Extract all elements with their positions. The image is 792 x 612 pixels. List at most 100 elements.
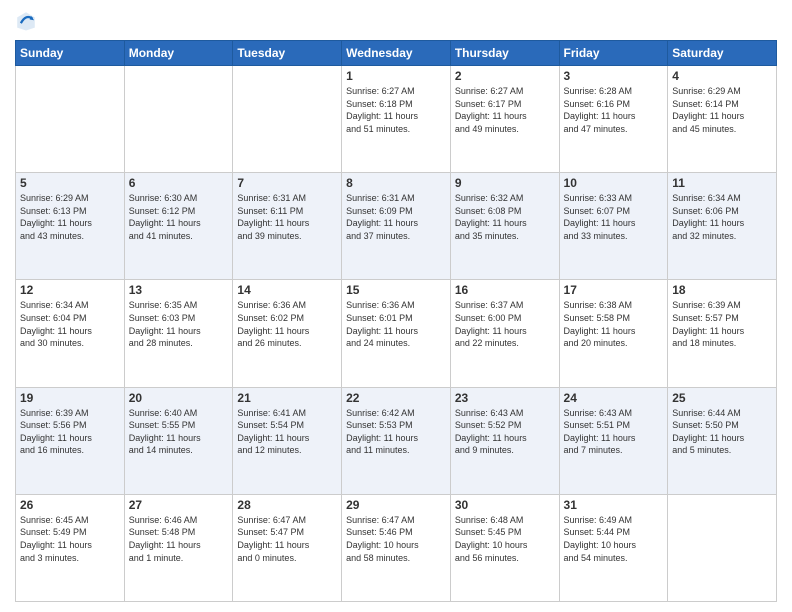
calendar-day-12: 12 Sunrise: 6:34 AM Sunset: 6:04 PM Dayli… (16, 280, 125, 387)
day-info: Sunrise: 6:34 AM Sunset: 6:06 PM Dayligh… (672, 192, 772, 242)
day-number: 10 (564, 176, 664, 190)
calendar-day-3: 3 Sunrise: 6:28 AM Sunset: 6:16 PM Daylig… (559, 66, 668, 173)
calendar-day-31: 31 Sunrise: 6:49 AM Sunset: 5:44 PM Dayli… (559, 494, 668, 601)
weekday-header-row: SundayMondayTuesdayWednesdayThursdayFrid… (16, 41, 777, 66)
day-info: Sunrise: 6:39 AM Sunset: 5:57 PM Dayligh… (672, 299, 772, 349)
day-info: Sunrise: 6:47 AM Sunset: 5:47 PM Dayligh… (237, 514, 337, 564)
day-info: Sunrise: 6:43 AM Sunset: 5:52 PM Dayligh… (455, 407, 555, 457)
day-number: 3 (564, 69, 664, 83)
calendar-empty-cell (233, 66, 342, 173)
day-number: 30 (455, 498, 555, 512)
logo (15, 10, 40, 32)
calendar-week-row: 5 Sunrise: 6:29 AM Sunset: 6:13 PM Daylig… (16, 173, 777, 280)
day-number: 27 (129, 498, 229, 512)
calendar-day-28: 28 Sunrise: 6:47 AM Sunset: 5:47 PM Dayli… (233, 494, 342, 601)
weekday-header-thursday: Thursday (450, 41, 559, 66)
day-info: Sunrise: 6:29 AM Sunset: 6:13 PM Dayligh… (20, 192, 120, 242)
calendar-day-15: 15 Sunrise: 6:36 AM Sunset: 6:01 PM Dayli… (342, 280, 451, 387)
day-info: Sunrise: 6:48 AM Sunset: 5:45 PM Dayligh… (455, 514, 555, 564)
day-number: 26 (20, 498, 120, 512)
calendar-day-7: 7 Sunrise: 6:31 AM Sunset: 6:11 PM Daylig… (233, 173, 342, 280)
day-number: 28 (237, 498, 337, 512)
day-info: Sunrise: 6:42 AM Sunset: 5:53 PM Dayligh… (346, 407, 446, 457)
day-number: 4 (672, 69, 772, 83)
day-info: Sunrise: 6:35 AM Sunset: 6:03 PM Dayligh… (129, 299, 229, 349)
day-number: 7 (237, 176, 337, 190)
day-info: Sunrise: 6:33 AM Sunset: 6:07 PM Dayligh… (564, 192, 664, 242)
calendar-day-10: 10 Sunrise: 6:33 AM Sunset: 6:07 PM Dayli… (559, 173, 668, 280)
calendar-empty-cell (124, 66, 233, 173)
calendar-day-2: 2 Sunrise: 6:27 AM Sunset: 6:17 PM Daylig… (450, 66, 559, 173)
day-number: 20 (129, 391, 229, 405)
day-number: 16 (455, 283, 555, 297)
day-info: Sunrise: 6:49 AM Sunset: 5:44 PM Dayligh… (564, 514, 664, 564)
weekday-header-sunday: Sunday (16, 41, 125, 66)
day-info: Sunrise: 6:41 AM Sunset: 5:54 PM Dayligh… (237, 407, 337, 457)
calendar-day-30: 30 Sunrise: 6:48 AM Sunset: 5:45 PM Dayli… (450, 494, 559, 601)
day-info: Sunrise: 6:39 AM Sunset: 5:56 PM Dayligh… (20, 407, 120, 457)
calendar-day-26: 26 Sunrise: 6:45 AM Sunset: 5:49 PM Dayli… (16, 494, 125, 601)
calendar-empty-cell (16, 66, 125, 173)
day-number: 1 (346, 69, 446, 83)
day-number: 25 (672, 391, 772, 405)
calendar-day-11: 11 Sunrise: 6:34 AM Sunset: 6:06 PM Dayli… (668, 173, 777, 280)
day-info: Sunrise: 6:37 AM Sunset: 6:00 PM Dayligh… (455, 299, 555, 349)
day-info: Sunrise: 6:27 AM Sunset: 6:18 PM Dayligh… (346, 85, 446, 135)
calendar-day-13: 13 Sunrise: 6:35 AM Sunset: 6:03 PM Dayli… (124, 280, 233, 387)
day-number: 8 (346, 176, 446, 190)
calendar-day-25: 25 Sunrise: 6:44 AM Sunset: 5:50 PM Dayli… (668, 387, 777, 494)
day-info: Sunrise: 6:38 AM Sunset: 5:58 PM Dayligh… (564, 299, 664, 349)
day-number: 31 (564, 498, 664, 512)
calendar-day-20: 20Sunrise: 6:40 AM Sunset: 5:55 PM Dayli… (124, 387, 233, 494)
day-info: Sunrise: 6:30 AM Sunset: 6:12 PM Dayligh… (129, 192, 229, 242)
calendar-week-row: 12 Sunrise: 6:34 AM Sunset: 6:04 PM Dayli… (16, 280, 777, 387)
calendar-table: SundayMondayTuesdayWednesdayThursdayFrid… (15, 40, 777, 602)
day-info: Sunrise: 6:44 AM Sunset: 5:50 PM Dayligh… (672, 407, 772, 457)
day-number: 17 (564, 283, 664, 297)
day-number: 6 (129, 176, 229, 190)
header (15, 10, 777, 32)
day-number: 13 (129, 283, 229, 297)
day-number: 19 (20, 391, 120, 405)
calendar-day-27: 27 Sunrise: 6:46 AM Sunset: 5:48 PM Dayli… (124, 494, 233, 601)
day-number: 9 (455, 176, 555, 190)
day-info: Sunrise: 6:46 AM Sunset: 5:48 PM Dayligh… (129, 514, 229, 564)
calendar-day-18: 18 Sunrise: 6:39 AM Sunset: 5:57 PM Dayli… (668, 280, 777, 387)
calendar-day-21: 21 Sunrise: 6:41 AM Sunset: 5:54 PM Dayli… (233, 387, 342, 494)
page: SundayMondayTuesdayWednesdayThursdayFrid… (0, 0, 792, 612)
calendar-day-8: 8Sunrise: 6:31 AM Sunset: 6:09 PM Daylig… (342, 173, 451, 280)
day-number: 29 (346, 498, 446, 512)
weekday-header-tuesday: Tuesday (233, 41, 342, 66)
day-number: 11 (672, 176, 772, 190)
day-info: Sunrise: 6:27 AM Sunset: 6:17 PM Dayligh… (455, 85, 555, 135)
day-number: 21 (237, 391, 337, 405)
calendar-empty-cell (668, 494, 777, 601)
day-number: 24 (564, 391, 664, 405)
day-number: 23 (455, 391, 555, 405)
day-number: 12 (20, 283, 120, 297)
day-number: 18 (672, 283, 772, 297)
calendar-day-29: 29Sunrise: 6:47 AM Sunset: 5:46 PM Dayli… (342, 494, 451, 601)
calendar-day-19: 19 Sunrise: 6:39 AM Sunset: 5:56 PM Dayli… (16, 387, 125, 494)
day-number: 22 (346, 391, 446, 405)
day-info: Sunrise: 6:28 AM Sunset: 6:16 PM Dayligh… (564, 85, 664, 135)
calendar-week-row: 1 Sunrise: 6:27 AM Sunset: 6:18 PM Daylig… (16, 66, 777, 173)
calendar-day-24: 24Sunrise: 6:43 AM Sunset: 5:51 PM Dayli… (559, 387, 668, 494)
day-info: Sunrise: 6:29 AM Sunset: 6:14 PM Dayligh… (672, 85, 772, 135)
calendar-day-16: 16 Sunrise: 6:37 AM Sunset: 6:00 PM Dayli… (450, 280, 559, 387)
day-number: 14 (237, 283, 337, 297)
day-info: Sunrise: 6:31 AM Sunset: 6:11 PM Dayligh… (237, 192, 337, 242)
calendar-day-6: 6 Sunrise: 6:30 AM Sunset: 6:12 PM Daylig… (124, 173, 233, 280)
calendar-day-4: 4 Sunrise: 6:29 AM Sunset: 6:14 PM Daylig… (668, 66, 777, 173)
day-info: Sunrise: 6:36 AM Sunset: 6:02 PM Dayligh… (237, 299, 337, 349)
day-info: Sunrise: 6:34 AM Sunset: 6:04 PM Dayligh… (20, 299, 120, 349)
weekday-header-friday: Friday (559, 41, 668, 66)
calendar-day-22: 22 Sunrise: 6:42 AM Sunset: 5:53 PM Dayli… (342, 387, 451, 494)
day-info: Sunrise: 6:45 AM Sunset: 5:49 PM Dayligh… (20, 514, 120, 564)
calendar-day-23: 23 Sunrise: 6:43 AM Sunset: 5:52 PM Dayli… (450, 387, 559, 494)
day-number: 5 (20, 176, 120, 190)
day-info: Sunrise: 6:36 AM Sunset: 6:01 PM Dayligh… (346, 299, 446, 349)
day-number: 15 (346, 283, 446, 297)
calendar-day-1: 1 Sunrise: 6:27 AM Sunset: 6:18 PM Daylig… (342, 66, 451, 173)
day-number: 2 (455, 69, 555, 83)
